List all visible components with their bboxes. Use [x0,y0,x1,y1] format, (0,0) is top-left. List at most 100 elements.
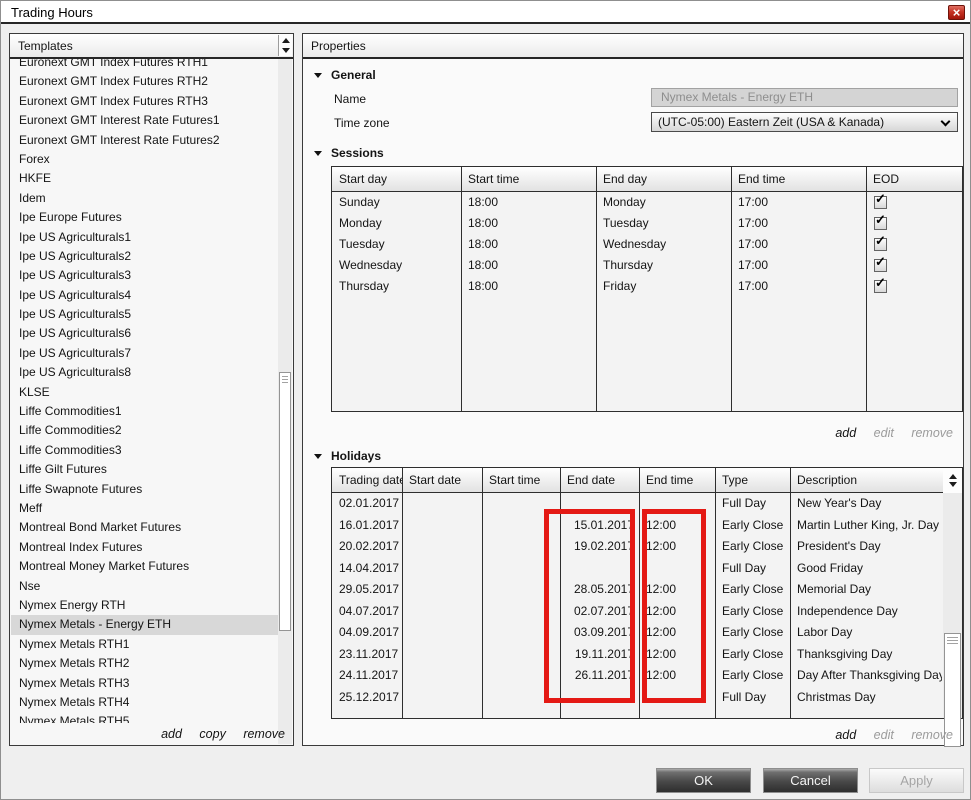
template-item[interactable]: Liffe Swapnote Futures [11,480,278,499]
scroll-up-icon[interactable] [948,474,957,479]
template-item[interactable]: Meff [11,499,278,518]
table-row[interactable]: 23.11.2017 19.11.2017 12:00 Early Close Than… [332,644,962,666]
template-item[interactable]: Ipe US Agriculturals5 [11,305,278,324]
eod-checkbox[interactable]: ✓ [874,255,887,272]
ok-button[interactable]: OK [656,768,751,793]
cell-trading-date: 25.12.2017 [339,689,400,704]
template-item[interactable]: Nymex Metals - Energy ETH [11,615,278,635]
title-bar: Trading Hours × [1,1,970,24]
column-header-end-time[interactable]: End time [731,167,866,191]
template-item[interactable]: Euronext GMT Interest Rate Futures2 [11,131,278,150]
template-item[interactable]: Forex [11,150,278,169]
collapse-icon [314,453,322,459]
column-header-start-time[interactable]: Start time [482,468,560,492]
template-item[interactable]: Ipe US Agriculturals7 [11,344,278,363]
scroll-down-icon[interactable] [948,482,957,487]
template-item[interactable]: Nymex Metals RTH4 [11,693,278,712]
template-item[interactable]: Nse [11,577,278,596]
holidays-scrollbar[interactable] [943,493,962,747]
table-row[interactable]: 24.11.2017 26.11.2017 12:00 Early Close Day … [332,665,962,687]
template-item[interactable]: Montreal Money Market Futures [11,557,278,576]
cell-end-day: Tuesday [603,216,649,230]
sessions-table: Start day Start time End day End time EO… [331,166,963,412]
timezone-select[interactable]: (UTC-05:00) Eastern Zeit (USA & Kanada) [651,112,958,132]
template-item[interactable]: Nymex Metals RTH3 [11,674,278,693]
template-item[interactable]: Ipe US Agriculturals8 [11,363,278,382]
sessions-section-header[interactable]: Sessions [314,146,384,160]
cell-start-time: 18:00 [468,195,499,209]
eod-checkbox[interactable]: ✓ [874,213,887,230]
session-add-link[interactable]: add [835,426,856,440]
template-item[interactable]: Liffe Commodities3 [11,441,278,460]
column-header-start-time[interactable]: Start time [461,167,596,191]
cell-start-time [482,644,560,666]
templates-actions: add copy remove [147,727,285,741]
table-row[interactable]: Monday 18:00 Tuesday 17:00 ✓ [332,213,962,234]
template-item[interactable]: Euronext GMT Index Futures RTH3 [11,92,278,111]
template-item[interactable]: HKFE [11,169,278,188]
template-item[interactable]: Montreal Bond Market Futures [11,518,278,537]
table-row[interactable]: 14.04.2017 Full Day Good Friday [332,558,962,580]
template-item[interactable]: Montreal Index Futures [11,538,278,557]
template-item[interactable]: Ipe US Agriculturals1 [11,228,278,247]
template-copy-link[interactable]: copy [199,727,225,741]
cell-start-time [482,579,560,601]
templates-scrollbar-thumb[interactable] [279,372,291,631]
holiday-add-link[interactable]: add [835,728,856,742]
holidays-section-header[interactable]: Holidays [314,449,381,463]
table-row[interactable]: Wednesday 18:00 Thursday 17:00 ✓ [332,255,962,276]
table-row[interactable]: 04.09.2017 03.09.2017 12:00 Early Close Labo… [332,622,962,644]
column-header-start-date[interactable]: Start date [402,468,482,492]
table-row[interactable]: 20.02.2017 19.02.2017 12:00 Early Close Pres… [332,536,962,558]
eod-checkbox[interactable]: ✓ [874,234,887,251]
cell-start-day: Monday [339,216,382,230]
template-item[interactable]: Ipe Europe Futures [11,208,278,227]
template-item[interactable]: Euronext GMT Interest Rate Futures1 [11,111,278,130]
template-item[interactable]: KLSE [11,383,278,402]
scroll-down-icon[interactable] [279,45,292,55]
table-row[interactable]: Sunday 18:00 Monday 17:00 ✓ [332,192,962,213]
template-add-link[interactable]: add [161,727,182,741]
column-header-trading-date[interactable]: Trading date [332,468,402,492]
template-item[interactable]: Ipe US Agriculturals3 [11,266,278,285]
column-header-end-date[interactable]: End date [560,468,639,492]
cell-trading-date: 29.05.2017 [339,582,400,596]
column-header-end-time[interactable]: End time [639,468,715,492]
table-row[interactable]: 02.01.2017 Full Day New Year's Day [332,493,962,515]
template-item[interactable]: Euronext GMT Index Futures RTH1 [11,59,278,72]
general-section-header[interactable]: General [314,68,376,82]
column-header-start-day[interactable]: Start day [332,167,461,191]
table-row[interactable]: Tuesday 18:00 Wednesday 17:00 ✓ [332,234,962,255]
column-header-description[interactable]: Description [790,468,942,492]
column-header-eod[interactable]: EOD [866,167,962,191]
template-item[interactable]: Euronext GMT Index Futures RTH2 [11,72,278,91]
template-item[interactable]: Liffe Commodities1 [11,402,278,421]
table-row[interactable]: Thursday 18:00 Friday 17:00 ✓ [332,276,962,297]
template-item[interactable]: Ipe US Agriculturals2 [11,247,278,266]
eod-checkbox[interactable]: ✓ [874,192,887,209]
table-row[interactable]: 29.05.2017 28.05.2017 12:00 Early Close Memo… [332,579,962,601]
eod-checkbox[interactable]: ✓ [874,276,887,293]
templates-spinner [278,35,292,56]
scroll-up-icon[interactable] [279,35,292,45]
template-item[interactable]: Idem [11,189,278,208]
template-item[interactable]: Nymex Energy RTH [11,596,278,615]
template-item[interactable]: Nymex Metals RTH5 [11,712,278,723]
template-item[interactable]: Ipe US Agriculturals4 [11,286,278,305]
column-header-end-day[interactable]: End day [596,167,731,191]
table-row[interactable]: 16.01.2017 15.01.2017 12:00 Early Close Mart… [332,515,962,537]
table-row[interactable]: 04.07.2017 02.07.2017 12:00 Early Close Inde… [332,601,962,623]
template-item[interactable]: Liffe Commodities2 [11,421,278,440]
cancel-button[interactable]: Cancel [763,768,858,793]
table-row[interactable]: 25.12.2017 Full Day Christmas Day [332,687,962,709]
template-item[interactable]: Ipe US Agriculturals6 [11,324,278,343]
templates-scrollbar[interactable] [278,59,292,744]
template-item[interactable]: Nymex Metals RTH1 [11,635,278,654]
template-item[interactable]: Liffe Gilt Futures [11,460,278,479]
column-header-type[interactable]: Type [715,468,790,492]
templates-list: Euronext GMT Index Futures RTH1 Euronext … [11,59,278,723]
template-item[interactable]: Nymex Metals RTH2 [11,654,278,673]
checkmark-icon: ✓ [875,192,886,206]
template-remove-link[interactable]: remove [243,727,285,741]
close-button[interactable]: × [948,5,965,20]
